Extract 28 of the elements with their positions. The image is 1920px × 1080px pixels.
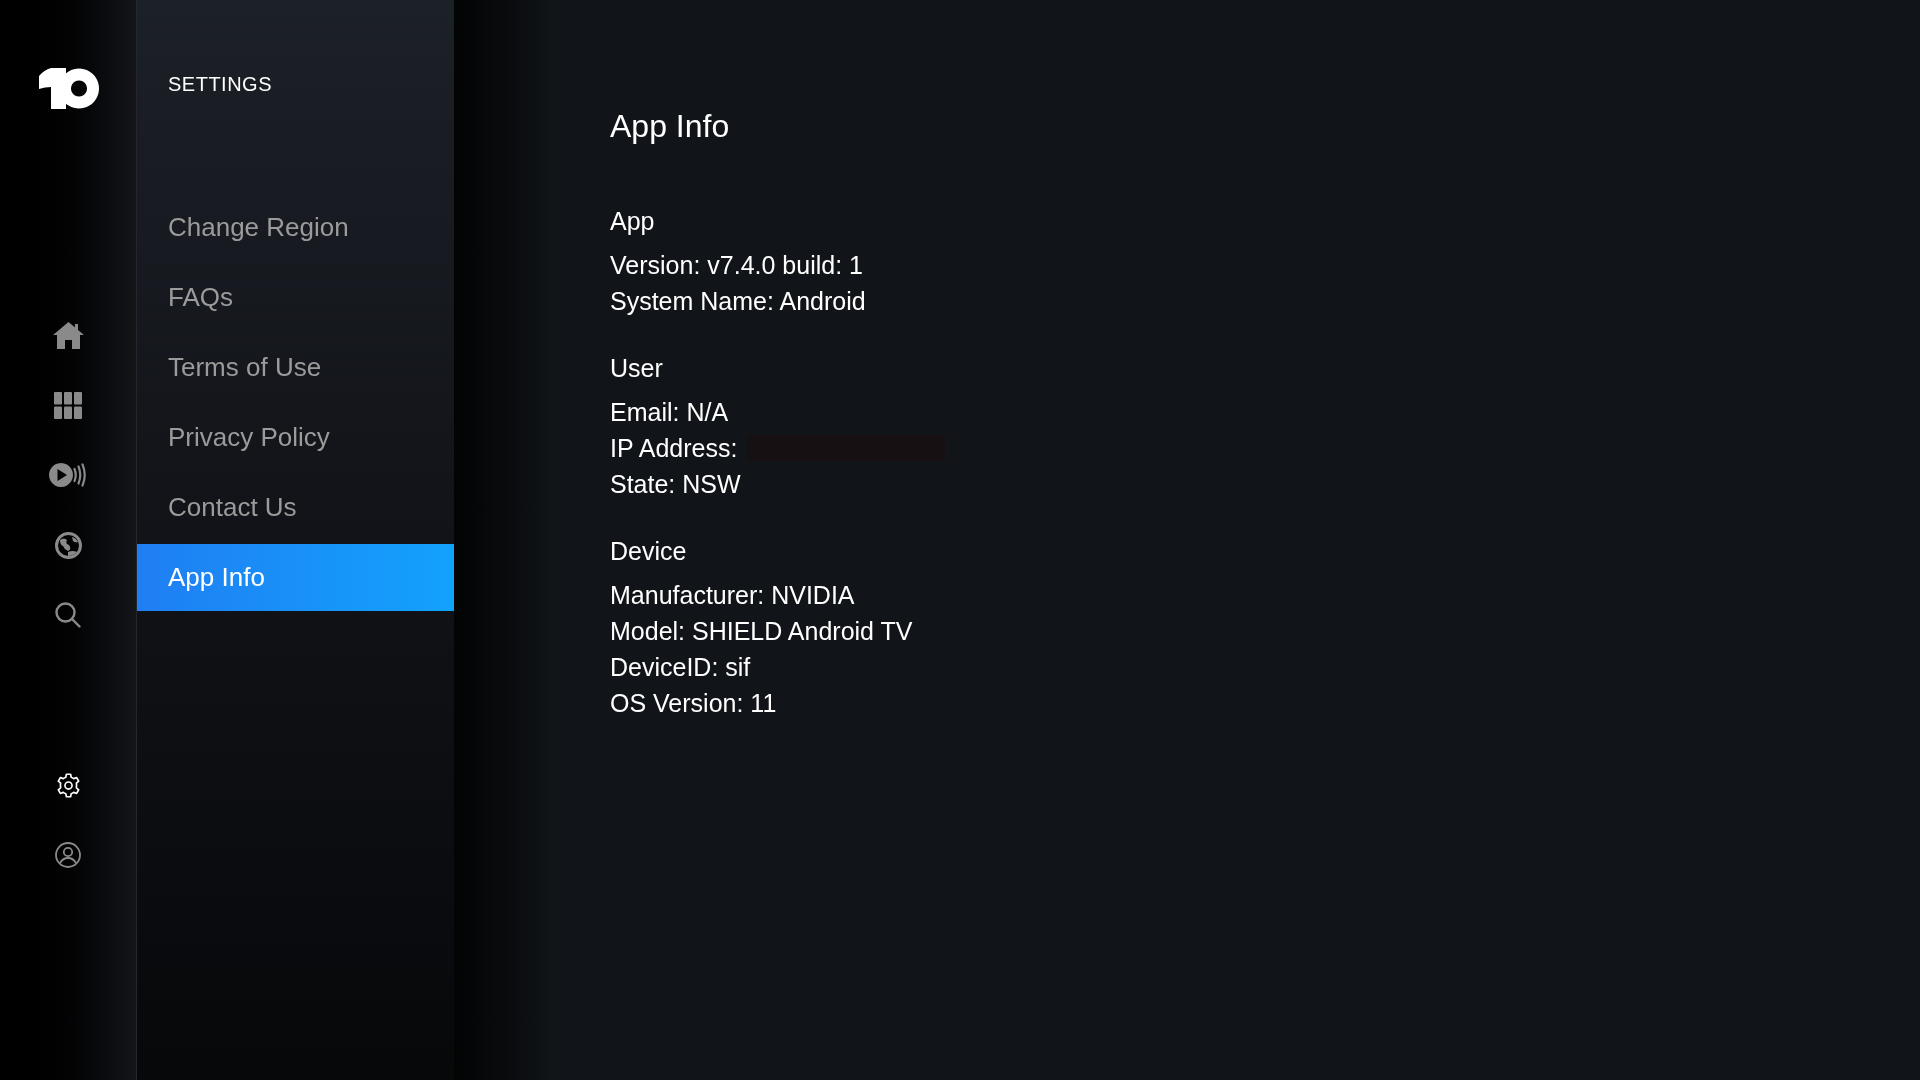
logo-icon	[39, 68, 99, 109]
menu-item[interactable]: App Info	[137, 544, 454, 611]
menu-title: SETTINGS	[168, 72, 272, 96]
section-heading: App	[610, 206, 655, 237]
grid-icon[interactable]	[54, 391, 82, 419]
info-text: Manufacturer: NVIDIA	[610, 580, 855, 611]
info-text: DeviceID: sif	[610, 652, 751, 683]
globe-icon[interactable]	[54, 531, 82, 559]
info-text: OS Version: 11	[610, 688, 777, 719]
info-text: Email: N/A	[610, 397, 729, 428]
section-heading: Device	[610, 536, 687, 567]
info-text: System Name: Android	[610, 286, 866, 317]
menu-item[interactable]: Contact Us	[137, 474, 454, 541]
menu-item[interactable]: Privacy Policy	[137, 404, 454, 471]
settings-icon[interactable]	[55, 772, 81, 798]
profile-icon[interactable]	[55, 842, 81, 868]
info-text: IP Address:	[610, 433, 738, 464]
info-text: Version: v7.4.0 build: 1	[610, 250, 863, 281]
info-text: Model: SHIELD Android TV	[610, 616, 913, 647]
info-text: State: NSW	[610, 469, 741, 500]
search-icon[interactable]	[55, 602, 81, 628]
play-broadcast-icon[interactable]	[49, 463, 87, 487]
page-title: App Info	[610, 107, 730, 146]
menu-item[interactable]: FAQs	[137, 264, 454, 331]
section-heading: User	[610, 353, 663, 384]
menu-item[interactable]: Change Region	[137, 194, 454, 261]
menu-item[interactable]: Terms of Use	[137, 334, 454, 401]
home-icon[interactable]	[52, 321, 84, 349]
